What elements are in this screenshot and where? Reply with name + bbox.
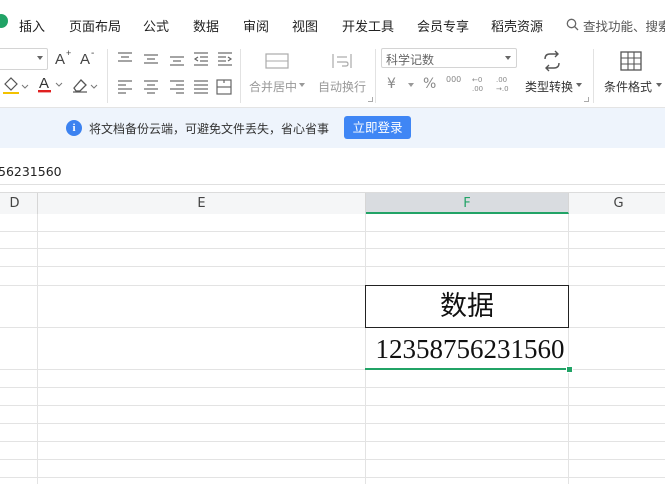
menu-docer-resources[interactable]: 稻壳资源 [491,16,543,35]
menu-review[interactable]: 审阅 [243,16,269,35]
font-size-select[interactable] [0,48,48,70]
column-header-g[interactable]: G [569,193,665,214]
column-header-f[interactable]: F [366,193,569,214]
svg-text:-: - [91,49,94,59]
wrap-text-icon[interactable] [329,51,355,71]
menu-member[interactable]: 会员专享 [417,16,469,35]
menu-view[interactable]: 视图 [292,16,318,35]
conditional-format-icon[interactable] [619,50,643,72]
login-button[interactable]: 立即登录 [344,116,411,139]
svg-text:.00: .00 [496,76,507,84]
chevron-down-icon [408,83,414,87]
column-headers: D E F G [0,192,665,215]
svg-text:A: A [80,51,90,67]
svg-text:+: + [66,49,71,58]
increase-font-icon[interactable]: A + [54,49,74,67]
formula-bar[interactable]: 56231560 [0,158,665,185]
svg-text:←0: ←0 [472,76,482,84]
decrease-font-icon[interactable]: A- [79,49,99,67]
search-icon[interactable] [566,16,579,35]
font-color-icon[interactable]: A [37,73,67,95]
number-cell[interactable]: 12358756231560 [350,328,590,370]
search-placeholder[interactable]: 查找功能、搜索 [583,16,665,35]
type-convert-icon[interactable] [540,50,564,72]
merge-center-icon[interactable] [264,51,290,71]
menu-insert[interactable]: 插入 [19,16,45,35]
percent-button[interactable]: % [423,76,436,92]
fill-color-icon[interactable] [2,75,32,95]
svg-text:→.0: →.0 [496,85,509,93]
wrap-text-label[interactable]: 自动换行 [318,78,366,95]
svg-text:A: A [39,75,49,92]
cloud-backup-notice: i 将文档备份云端，可避免文件丢失，省心省事 立即登录 [0,108,665,148]
number-format-value: 科学记数 [386,53,435,67]
chevron-down-icon [576,83,582,87]
fill-handle[interactable] [566,366,573,373]
svg-text:A: A [55,51,65,67]
menu-developer[interactable]: 开发工具 [342,16,394,35]
number-format-select[interactable]: 科学记数 [381,48,517,68]
column-header-d[interactable]: D [0,193,38,214]
ribbon: A + A- A 合并居中 自动换行 科学记数 ¥ % 000 ←0 .00 .… [0,45,665,108]
chevron-down-icon [299,83,305,87]
conditional-format-label[interactable]: 条件格式 [604,78,652,95]
menu-data[interactable]: 数据 [193,16,219,35]
type-convert-label[interactable]: 类型转换 [525,78,573,95]
notice-text: 将文档备份云端，可避免文件丢失，省心省事 [89,122,330,136]
svg-text:.00: .00 [472,85,483,93]
menu-bar: 插入 页面布局 公式 数据 审阅 视图 开发工具 会员专享 稻壳资源 查找功能、… [0,0,665,45]
dialog-launcher-icon[interactable] [368,97,373,102]
column-header-e[interactable]: E [38,193,366,214]
chevron-down-icon [656,83,662,87]
increase-decimal-icon[interactable]: ←0.00 [470,74,490,94]
dialog-launcher-icon[interactable] [584,97,589,102]
data-header-text: 数据 [440,291,494,322]
thousands-button[interactable]: 000 [446,75,461,84]
selection-border [365,368,569,370]
decrease-decimal-icon[interactable]: .00 →.0 [494,74,514,94]
app-logo-icon [0,14,8,28]
merge-center-label[interactable]: 合并居中 [249,78,297,95]
chevron-down-icon [505,56,511,60]
menu-formulas[interactable]: 公式 [143,16,169,35]
currency-button[interactable]: ¥ [387,76,396,92]
info-icon: i [66,120,82,136]
sheet-grid[interactable]: 数据 12358756231560 [0,214,665,484]
clear-format-icon[interactable] [70,75,100,95]
menu-page-layout[interactable]: 页面布局 [69,16,121,35]
number-cell-value: 12358756231560 [375,334,565,364]
data-header-cell[interactable]: 数据 [365,285,569,328]
formula-value[interactable]: 56231560 [0,164,62,179]
alignment-group [114,49,238,99]
alignment-icons[interactable] [114,49,238,99]
chevron-down-icon [37,56,43,60]
